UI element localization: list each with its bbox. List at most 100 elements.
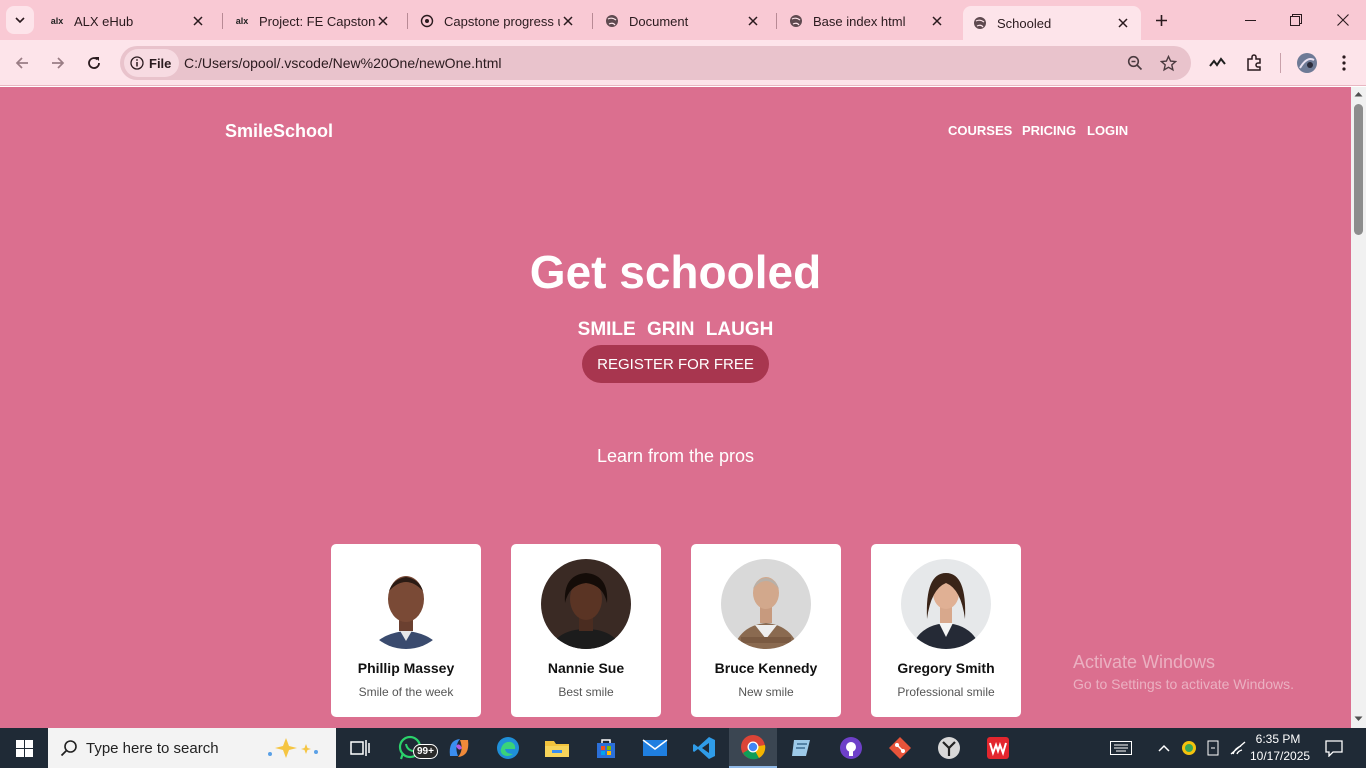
nav-courses[interactable]: COURSES	[948, 123, 1012, 138]
tray-keyboard[interactable]	[1106, 728, 1136, 768]
copilot-icon	[449, 739, 469, 757]
wps-office-app[interactable]	[974, 728, 1022, 768]
tab-capstone-progress[interactable]: Capstone progress up	[410, 6, 586, 36]
edge-icon	[497, 737, 519, 759]
url-text[interactable]: C:/Users/opool/.vscode/New%20One/newOne.…	[184, 55, 501, 71]
notification-center-button[interactable]	[1318, 728, 1350, 768]
clock-time: 6:35 PM	[1255, 732, 1301, 746]
tab-alx-ehub[interactable]: alx ALX eHub	[40, 6, 216, 36]
card-role: Professional smile	[897, 685, 995, 699]
vscode-app[interactable]	[680, 728, 728, 768]
site-info-chip[interactable]: File	[124, 49, 180, 77]
profile-card[interactable]: Bruce Kennedy New smile	[691, 544, 841, 717]
site-brand[interactable]: SmileSchool	[225, 121, 333, 142]
chrome-app[interactable]	[729, 728, 777, 768]
tray-network[interactable]	[1228, 728, 1248, 768]
whatsapp-app[interactable]: 99+	[386, 728, 438, 768]
copilot-app[interactable]	[435, 728, 483, 768]
close-icon[interactable]	[745, 13, 761, 29]
browser-menu-button[interactable]	[1330, 49, 1358, 77]
tray-security[interactable]	[1180, 728, 1198, 768]
store-app[interactable]	[582, 728, 630, 768]
system-clock[interactable]: 6:35 PM 10/17/2025	[1250, 731, 1310, 765]
plus-icon	[1155, 14, 1167, 26]
profile-button[interactable]	[1293, 49, 1321, 77]
device-icon	[1207, 740, 1219, 756]
close-icon[interactable]	[1115, 15, 1131, 31]
forward-button[interactable]	[44, 49, 72, 77]
close-icon[interactable]	[929, 13, 945, 29]
tab-fe-capstone[interactable]: alx Project: FE Capstone P	[225, 6, 401, 36]
vscode-icon	[693, 737, 715, 759]
zoom-button[interactable]	[1125, 53, 1145, 73]
hero-subtitle: SMILE GRIN LAUGH	[577, 319, 774, 340]
github-desktop-app[interactable]	[827, 728, 875, 768]
windows-icon	[15, 739, 33, 757]
mail-app[interactable]	[631, 728, 679, 768]
register-button[interactable]: REGISTER FOR FREE	[582, 345, 769, 383]
restore-icon	[1290, 14, 1302, 26]
globe-icon	[973, 16, 987, 30]
globe-icon	[789, 14, 803, 28]
close-icon[interactable]	[190, 13, 206, 29]
task-view-button[interactable]	[336, 728, 384, 768]
keyboard-icon	[1110, 741, 1132, 755]
scroll-down-icon[interactable]	[1354, 714, 1363, 723]
tab-schooled[interactable]: Schooled	[963, 6, 1141, 40]
clock-app[interactable]	[925, 728, 973, 768]
close-window-button[interactable]	[1320, 0, 1366, 40]
tab-title: ALX eHub	[74, 13, 134, 29]
restore-button[interactable]	[1273, 0, 1319, 40]
tab-base-index[interactable]: Base index html	[779, 6, 955, 36]
page-scrollbar[interactable]	[1351, 87, 1366, 728]
minimize-button[interactable]	[1227, 0, 1273, 40]
close-icon[interactable]	[375, 13, 391, 29]
profile-card[interactable]: Phillip Massey Smile of the week	[331, 544, 481, 717]
tab-strip: alx ALX eHub alx Project: FE Capstone P …	[0, 0, 1366, 40]
tab-title: Project: FE Capstone P	[259, 13, 375, 29]
tab-separator	[407, 13, 408, 29]
profile-card[interactable]: Nannie Sue Best smile	[511, 544, 661, 717]
sparkle-icon	[268, 738, 318, 758]
arrow-left-icon	[15, 57, 28, 69]
profile-card[interactable]: Gregory Smith Professional smile	[871, 544, 1021, 717]
new-tab-button[interactable]	[1150, 9, 1172, 31]
windows-taskbar: Type here to search 99+ 6:35 PM 10/17/20…	[0, 728, 1366, 768]
address-bar[interactable]: File C:/Users/opool/.vscode/New%20One/ne…	[120, 46, 1191, 80]
extension-button[interactable]	[1204, 49, 1232, 77]
close-icon[interactable]	[560, 13, 576, 29]
extensions-menu-button[interactable]	[1240, 49, 1268, 77]
store-icon	[597, 739, 615, 758]
tab-search-button[interactable]	[6, 6, 34, 34]
taskbar-search[interactable]: Type here to search	[48, 728, 336, 768]
back-button[interactable]	[8, 49, 36, 77]
chevron-up-icon	[1158, 744, 1170, 752]
card-name: Bruce Kennedy	[714, 660, 818, 676]
browser-toolbar: File C:/Users/opool/.vscode/New%20One/ne…	[0, 40, 1366, 86]
edge-app[interactable]	[484, 728, 532, 768]
avatar	[721, 559, 811, 649]
page-content: SmileSchool COURSES PRICING LOGIN Get sc…	[0, 87, 1351, 728]
close-icon	[1337, 14, 1349, 26]
git-icon	[889, 737, 911, 759]
tray-device[interactable]	[1204, 728, 1222, 768]
arrow-right-icon	[52, 57, 65, 69]
scroll-up-icon[interactable]	[1354, 90, 1363, 99]
bookmark-button[interactable]	[1158, 53, 1178, 73]
nav-login[interactable]: LOGIN	[1087, 123, 1128, 138]
file-explorer-app[interactable]	[533, 728, 581, 768]
file-scheme-label: File	[149, 55, 172, 71]
reload-button[interactable]	[80, 49, 108, 77]
nav-pricing[interactable]: PRICING	[1022, 123, 1076, 138]
chatgpt-icon	[420, 14, 434, 28]
scrollbar-thumb[interactable]	[1354, 104, 1363, 235]
tray-overflow[interactable]	[1154, 728, 1174, 768]
card-name: Phillip Massey	[357, 660, 455, 676]
git-app[interactable]	[876, 728, 924, 768]
tab-document[interactable]: Document	[595, 6, 771, 36]
puzzle-icon	[1247, 54, 1261, 71]
tab-separator	[592, 13, 593, 29]
start-button[interactable]	[0, 728, 48, 768]
notes-app[interactable]	[778, 728, 826, 768]
wps-icon	[987, 737, 1009, 759]
